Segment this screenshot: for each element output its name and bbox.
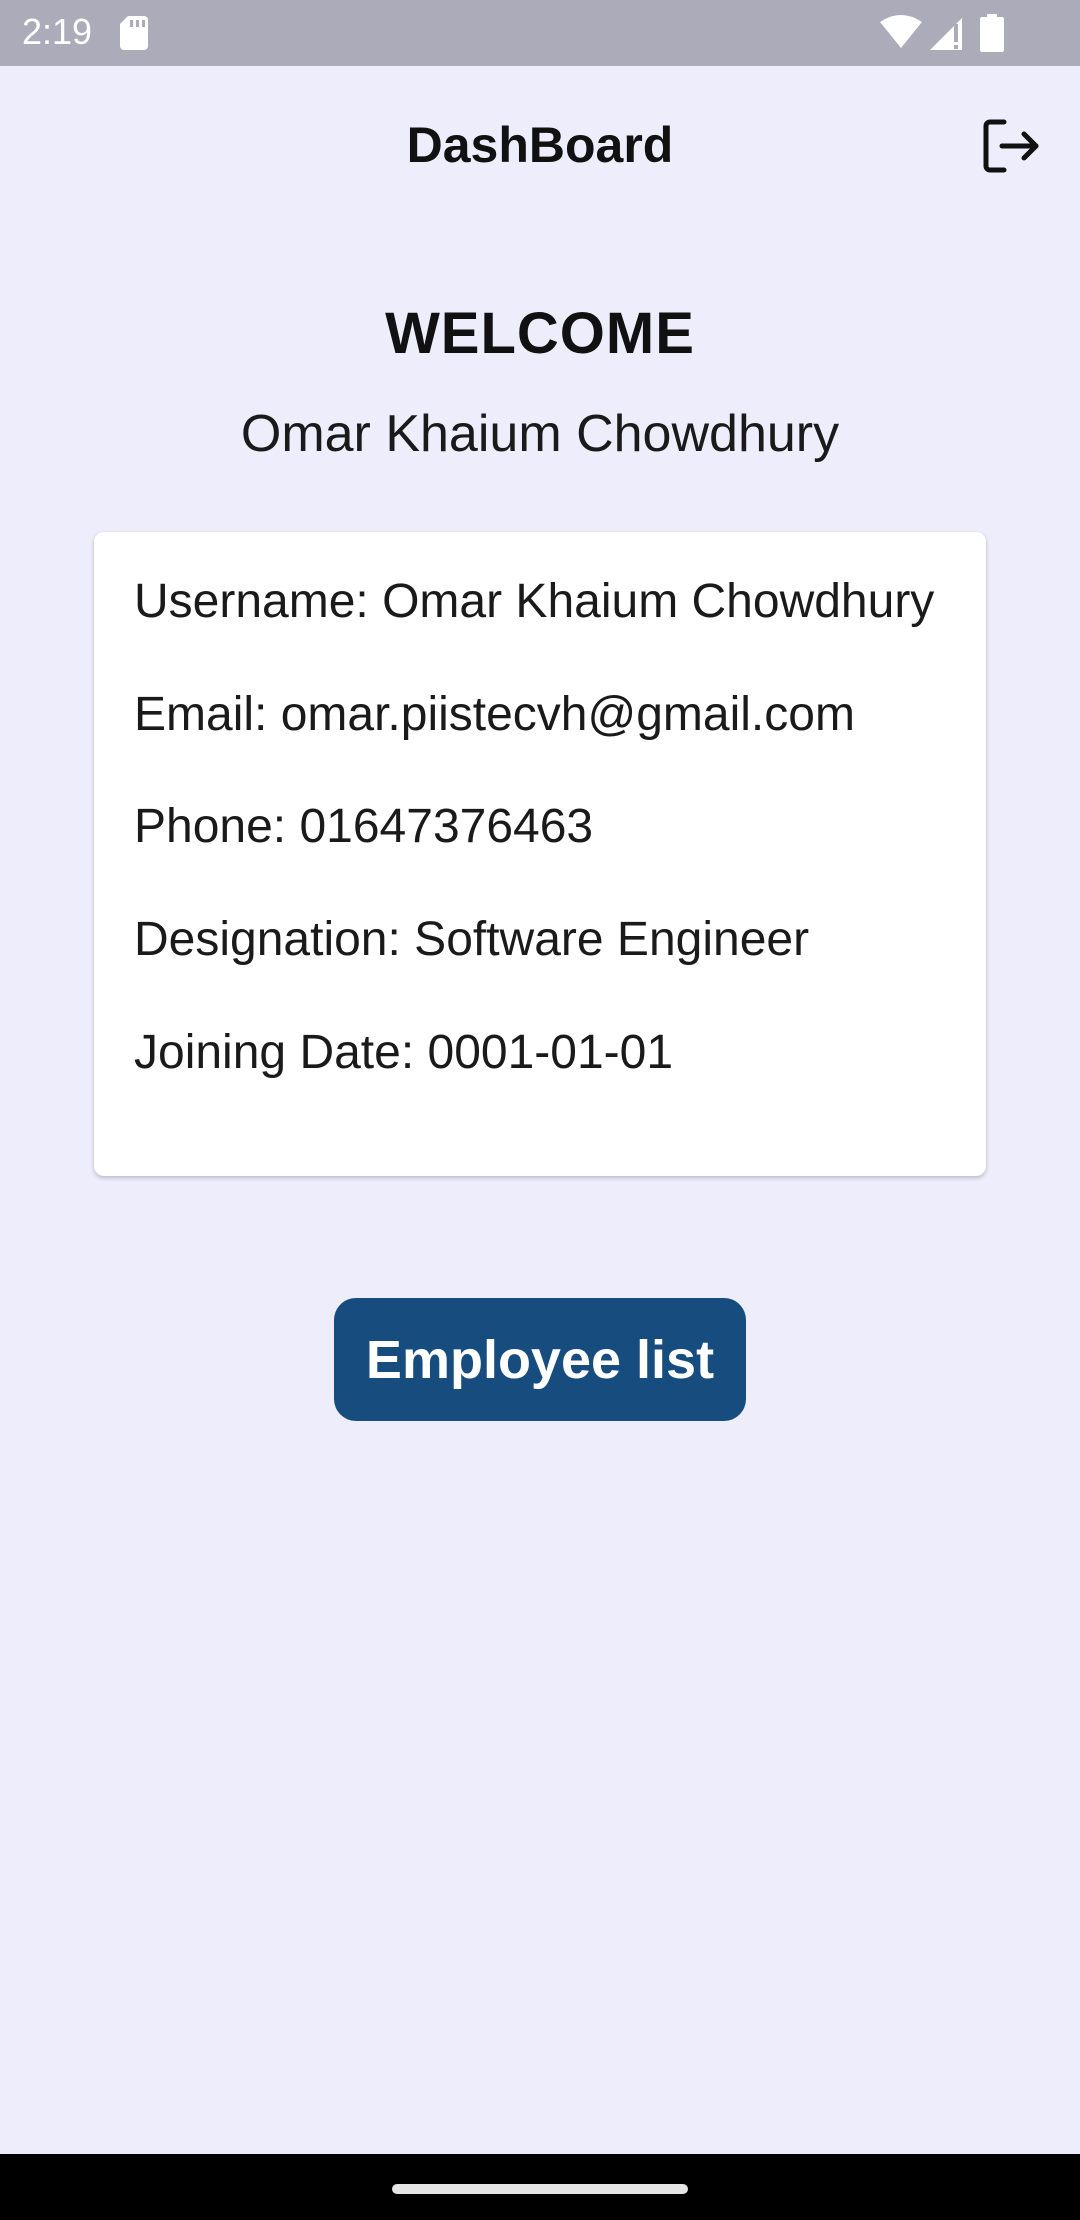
wifi-icon	[880, 15, 922, 48]
welcome-heading: WELCOME	[385, 301, 695, 366]
logout-button[interactable]	[980, 114, 1044, 178]
battery-icon	[980, 14, 1004, 52]
status-time: 2:19	[22, 11, 93, 52]
home-indicator[interactable]	[392, 2184, 688, 2194]
sd-card-icon	[120, 16, 148, 50]
employee-list-button[interactable]: Employee list	[334, 1298, 746, 1421]
designation-text: Designation: Software Engineer	[134, 913, 810, 966]
user-fullname: Omar Khaium Chowdhury	[240, 405, 840, 463]
email-text: Email: omar.piistecvh@gmail.com	[134, 688, 855, 741]
username-text: Username: Omar Khaium Chowdhury	[134, 575, 935, 628]
status-bar: 2:19	[0, 0, 1080, 66]
logout-icon	[983, 119, 1039, 173]
app-header: DashBoard	[0, 66, 1080, 222]
page-title: DashBoard	[406, 117, 674, 173]
phone-text: Phone: 01647376463	[134, 800, 594, 853]
signal-icon	[930, 18, 962, 50]
joining-date-text: Joining Date: 0001-01-01	[134, 1026, 674, 1079]
profile-card: Username: Omar Khaium Chowdhury Email: o…	[94, 532, 986, 1176]
navigation-bar	[0, 2154, 1080, 2220]
